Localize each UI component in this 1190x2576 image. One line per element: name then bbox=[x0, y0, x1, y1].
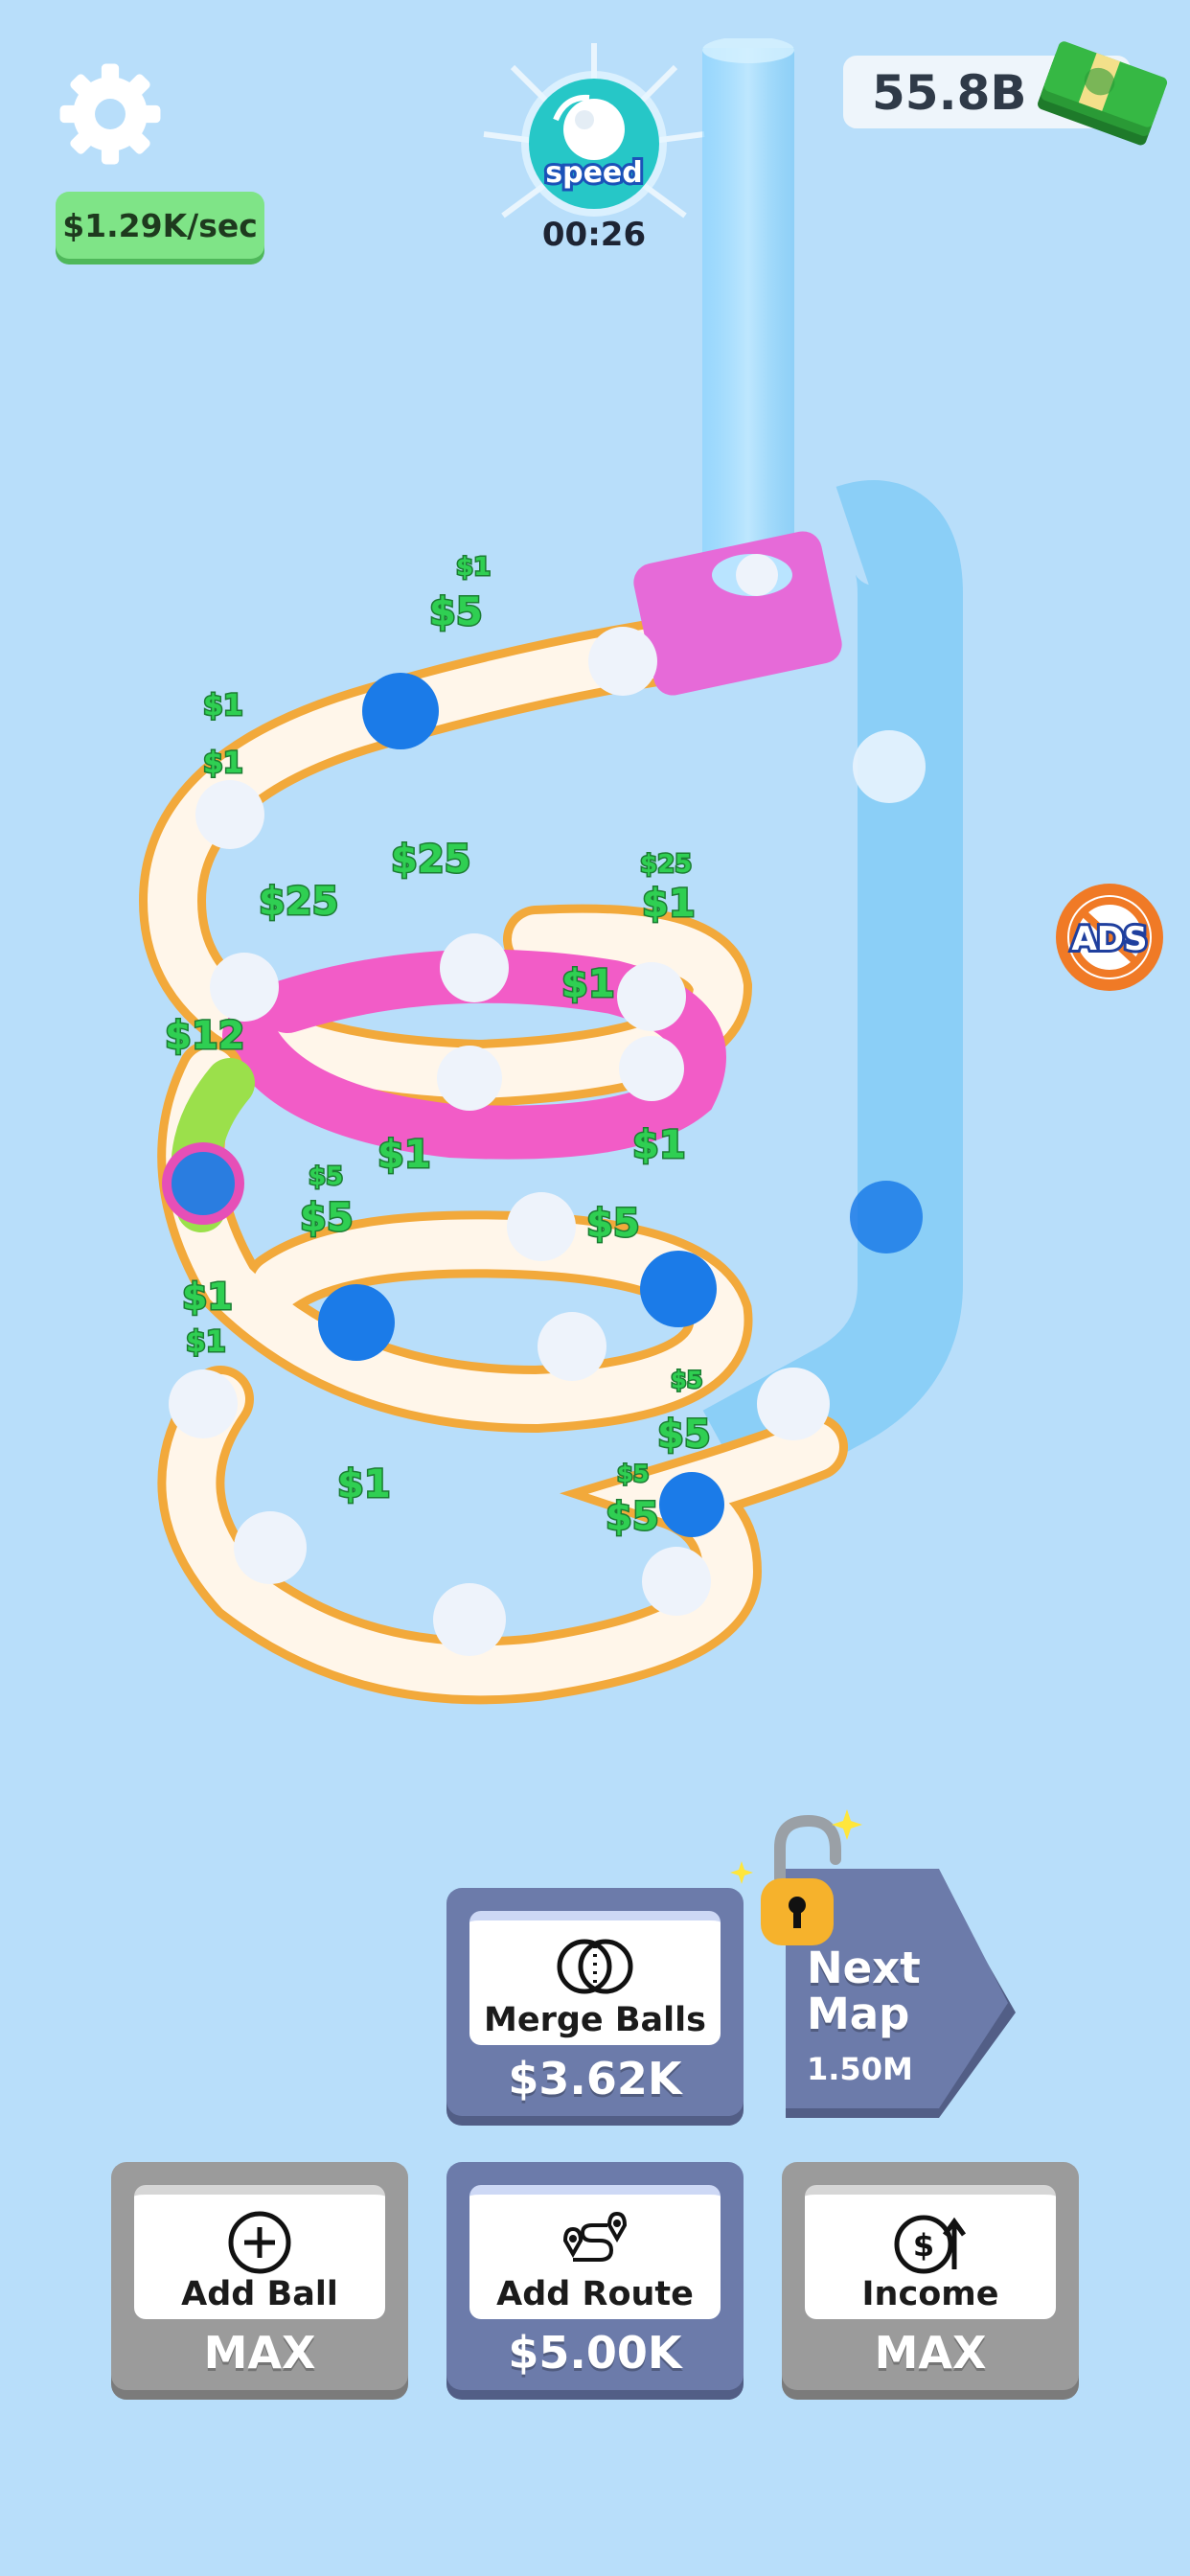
add-ball-button[interactable]: Add Ball MAX bbox=[111, 2162, 408, 2390]
feeder-tube bbox=[702, 48, 794, 585]
plus-circle-icon bbox=[228, 2211, 291, 2274]
add-route-price: $5.00K bbox=[508, 2327, 682, 2379]
floating-reward: $5 bbox=[657, 1413, 711, 1457]
ball-white bbox=[210, 953, 279, 1022]
next-map-label-line1: Next bbox=[807, 1943, 921, 1993]
add-ball-label: Add Ball bbox=[181, 2275, 338, 2313]
ball-white bbox=[433, 1583, 506, 1656]
ball-white bbox=[757, 1368, 830, 1440]
floating-reward: $1 bbox=[182, 1276, 233, 1318]
floating-reward: $1 bbox=[337, 1462, 391, 1506]
add-route-button[interactable]: Add Route $5.00K bbox=[446, 2162, 744, 2390]
add-route-label: Add Route bbox=[496, 2275, 694, 2313]
unlock-padlock-icon bbox=[730, 1809, 862, 1945]
ball-track-scene: $1 $5 $1 $1 $25 $25 $25 $1 $1 $12 $5 $1 … bbox=[138, 38, 963, 1705]
ball-white bbox=[588, 627, 657, 696]
ball-blue bbox=[640, 1251, 717, 1327]
ball-white bbox=[736, 554, 778, 596]
floating-reward: $12 bbox=[165, 1014, 245, 1058]
floating-reward: $5 bbox=[300, 1196, 354, 1240]
floating-reward: $5 bbox=[586, 1202, 640, 1246]
ball-white bbox=[440, 933, 509, 1002]
floating-reward: $25 bbox=[259, 880, 339, 924]
next-map-label: Next Map bbox=[807, 1945, 998, 2037]
pipe-connector bbox=[633, 531, 842, 696]
floating-reward: $1 bbox=[632, 1123, 686, 1167]
floating-reward: $1 bbox=[203, 747, 243, 780]
floating-reward: $1 bbox=[456, 553, 491, 582]
floating-reward: $25 bbox=[640, 850, 692, 879]
income-panel: $ Income bbox=[805, 2185, 1056, 2319]
ball-white bbox=[234, 1511, 307, 1584]
income-up-icon: $ bbox=[894, 2215, 967, 2274]
floating-reward: $1 bbox=[186, 1325, 226, 1359]
floating-reward: $5 bbox=[309, 1162, 343, 1191]
route-icon bbox=[562, 2211, 628, 2262]
ball-rainbow bbox=[162, 1142, 244, 1225]
ball-blue bbox=[362, 673, 439, 749]
floating-reward: $1 bbox=[203, 689, 243, 723]
ball-white bbox=[195, 780, 264, 849]
ball-white bbox=[538, 1312, 606, 1381]
merge-balls-price: $3.62K bbox=[508, 2053, 682, 2104]
ball-white bbox=[169, 1369, 238, 1438]
floating-reward: $1 bbox=[378, 1133, 431, 1177]
merge-balls-label: Merge Balls bbox=[484, 2001, 706, 2039]
floating-reward: $5 bbox=[671, 1367, 702, 1393]
floating-reward: $5 bbox=[606, 1495, 659, 1539]
floating-reward: $1 bbox=[642, 882, 696, 926]
income-label: Income bbox=[861, 2275, 999, 2313]
merge-balls-panel: Merge Balls bbox=[469, 1911, 721, 2045]
add-ball-price: MAX bbox=[203, 2327, 316, 2379]
ball-white bbox=[507, 1192, 576, 1261]
merge-circles-icon bbox=[557, 1939, 633, 1994]
floating-reward: $5 bbox=[617, 1460, 649, 1487]
income-button[interactable]: $ Income MAX bbox=[782, 2162, 1079, 2390]
ball-white bbox=[617, 962, 686, 1031]
ball-white bbox=[619, 1036, 684, 1101]
add-route-panel: Add Route bbox=[469, 2185, 721, 2319]
ball-blue bbox=[659, 1472, 724, 1537]
ball-blue bbox=[850, 1181, 923, 1254]
merge-balls-button[interactable]: Merge Balls $3.62K bbox=[446, 1888, 744, 2116]
income-price: MAX bbox=[874, 2327, 987, 2379]
ball-blue bbox=[318, 1284, 395, 1361]
svg-text:$: $ bbox=[913, 2227, 934, 2264]
add-ball-panel: Add Ball bbox=[134, 2185, 385, 2319]
next-map-label-line2: Map bbox=[807, 1989, 910, 2039]
ball-white bbox=[437, 1046, 502, 1111]
floating-reward: $5 bbox=[429, 590, 483, 634]
floating-reward: $25 bbox=[391, 838, 471, 882]
next-map-price: 1.50M bbox=[807, 2051, 913, 2087]
floating-reward: $1 bbox=[561, 962, 615, 1006]
ball-white bbox=[642, 1547, 711, 1616]
ball-white bbox=[853, 730, 926, 803]
